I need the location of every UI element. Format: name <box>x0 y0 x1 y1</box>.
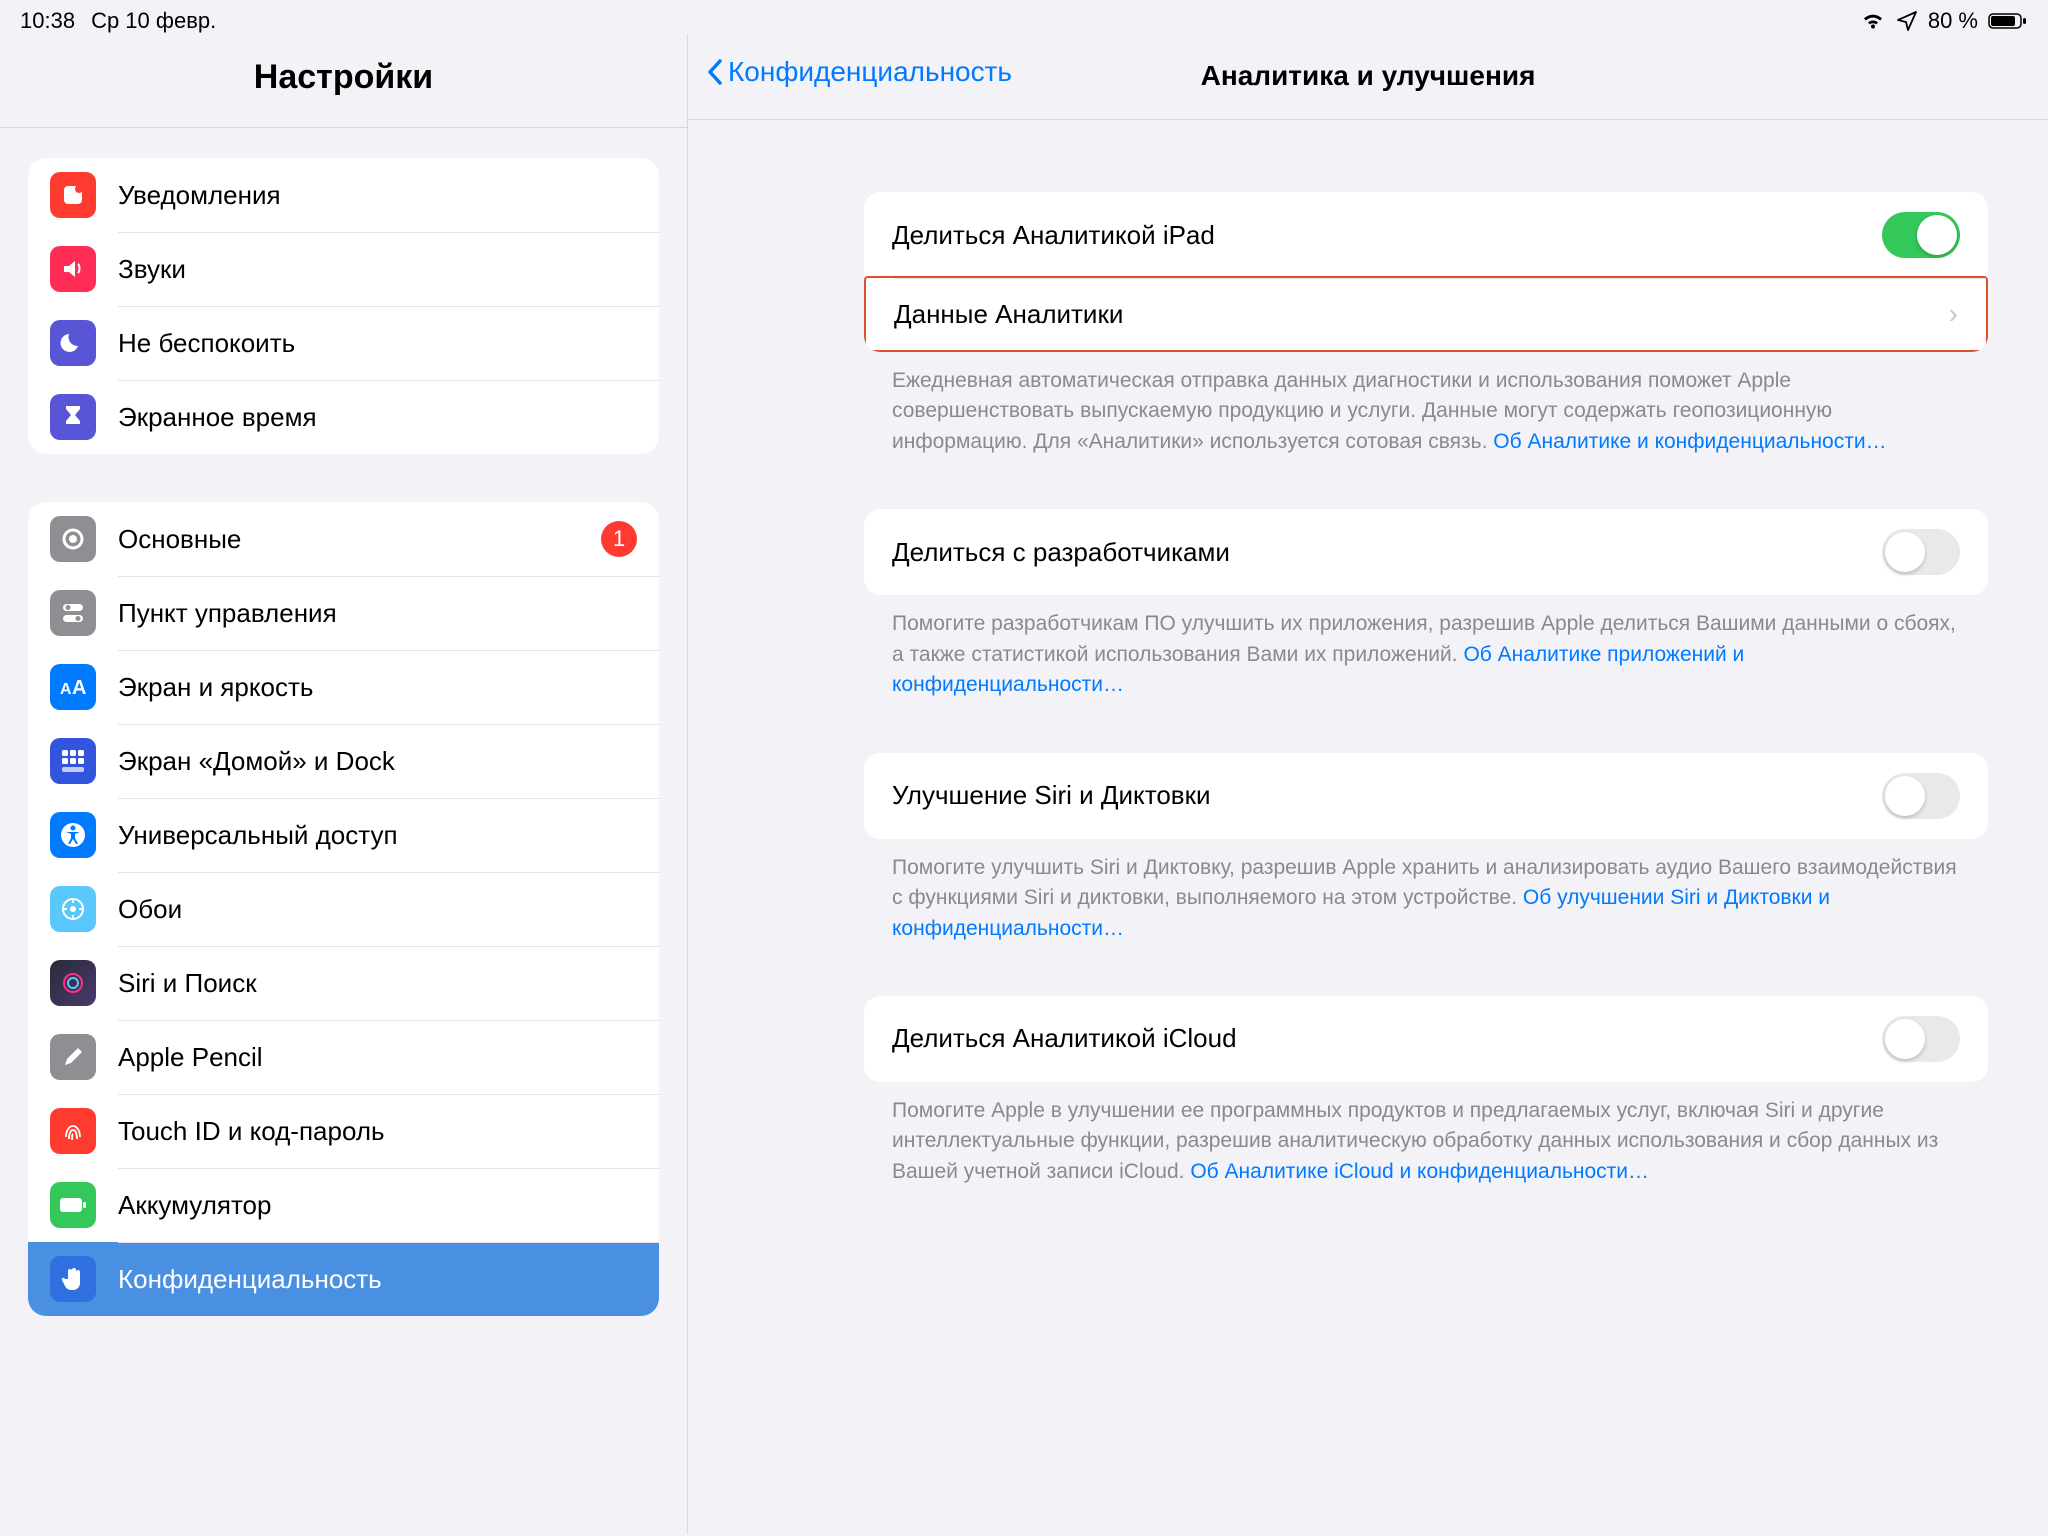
row-improve-siri[interactable]: Улучшение Siri и Диктовки <box>864 753 1988 839</box>
wifi-icon <box>1860 11 1886 31</box>
wallpaper-icon <box>50 886 96 932</box>
content-pane: Конфиденциальность Аналитика и улучшения… <box>688 34 2048 1534</box>
home-grid-icon <box>50 738 96 784</box>
battery-icon <box>1988 11 2028 31</box>
sidebar-item-label: Пункт управления <box>118 598 637 629</box>
sidebar-item-label: Экранное время <box>118 402 637 433</box>
hourglass-icon <box>50 394 96 440</box>
sidebar-item-label: Экран и яркость <box>118 672 637 703</box>
location-icon <box>1896 10 1918 32</box>
sidebar-item-accessibility[interactable]: Универсальный доступ <box>28 798 659 872</box>
moon-icon <box>50 320 96 366</box>
sidebar-item-label: Звуки <box>118 254 637 285</box>
sidebar-group-1: Уведомления Звуки Не беспокоить Экранное… <box>28 158 659 454</box>
sidebar-item-battery[interactable]: Аккумулятор <box>28 1168 659 1242</box>
sounds-icon <box>50 246 96 292</box>
toggle-improve-siri[interactable] <box>1882 773 1960 819</box>
sidebar-item-label: Не беспокоить <box>118 328 637 359</box>
sidebar-item-label: Основные <box>118 524 601 555</box>
back-button[interactable]: Конфиденциальность <box>706 56 1012 88</box>
sidebar: Настройки Уведомления Звуки Не беспокоит… <box>0 34 688 1534</box>
status-date: Ср 10 февр. <box>91 8 216 34</box>
section-footer: Ежедневная автоматическая отправка данны… <box>864 352 1988 457</box>
sidebar-item-display[interactable]: AA Экран и яркость <box>28 650 659 724</box>
sidebar-item-wallpaper[interactable]: Обои <box>28 872 659 946</box>
chevron-right-icon: › <box>1949 298 1958 330</box>
sidebar-item-siri[interactable]: Siri и Поиск <box>28 946 659 1020</box>
sidebar-item-privacy[interactable]: Конфиденциальность <box>28 1242 659 1316</box>
badge: 1 <box>601 521 637 557</box>
row-share-icloud-analytics[interactable]: Делиться Аналитикой iCloud <box>864 996 1988 1082</box>
back-label: Конфиденциальность <box>728 56 1012 88</box>
sidebar-item-label: Siri и Поиск <box>118 968 637 999</box>
sidebar-item-dnd[interactable]: Не беспокоить <box>28 306 659 380</box>
sidebar-item-label: Уведомления <box>118 180 637 211</box>
sidebar-item-control-center[interactable]: Пункт управления <box>28 576 659 650</box>
hand-icon <box>50 1256 96 1302</box>
analytics-group: Делиться Аналитикой iPad Данные Аналитик… <box>864 192 1988 352</box>
content-header: Конфиденциальность Аналитика и улучшения <box>688 34 2048 120</box>
battery-percent: 80 % <box>1928 8 1978 34</box>
sidebar-item-notifications[interactable]: Уведомления <box>28 158 659 232</box>
row-share-ipad-analytics[interactable]: Делиться Аналитикой iPad <box>864 192 1988 278</box>
sidebar-title: Настройки <box>0 34 687 128</box>
section-footer: Помогите разработчикам ПО улучшить их пр… <box>864 595 1988 700</box>
section-footer: Помогите улучшить Siri и Диктовку, разре… <box>864 839 1988 944</box>
row-label: Улучшение Siri и Диктовки <box>892 780 1211 811</box>
sidebar-item-pencil[interactable]: Apple Pencil <box>28 1020 659 1094</box>
status-time: 10:38 <box>20 8 75 34</box>
sidebar-item-label: Экран «Домой» и Dock <box>118 746 637 777</box>
svg-text:A: A <box>72 677 86 699</box>
text-size-icon: AA <box>50 664 96 710</box>
toggles-icon <box>50 590 96 636</box>
row-analytics-data[interactable]: Данные Аналитики › <box>864 276 1988 352</box>
gear-icon <box>50 516 96 562</box>
pencil-icon <box>50 1034 96 1080</box>
section-footer: Помогите Apple в улучшении ее программны… <box>864 1082 1988 1187</box>
notifications-icon <box>50 172 96 218</box>
sidebar-item-home-dock[interactable]: Экран «Домой» и Dock <box>28 724 659 798</box>
row-label: Делиться Аналитикой iPad <box>892 220 1215 251</box>
fingerprint-icon <box>50 1108 96 1154</box>
toggle-share-developers[interactable] <box>1882 529 1960 575</box>
row-label: Делиться Аналитикой iCloud <box>892 1023 1237 1054</box>
sidebar-item-screentime[interactable]: Экранное время <box>28 380 659 454</box>
row-share-developers[interactable]: Делиться с разработчиками <box>864 509 1988 595</box>
toggle-share-icloud-analytics[interactable] <box>1882 1016 1960 1062</box>
sidebar-item-label: Touch ID и код-пароль <box>118 1116 637 1147</box>
sidebar-group-2: Основные 1 Пункт управления AA Экран и я… <box>28 502 659 1316</box>
footer-text: Помогите разработчикам ПО улучшить их пр… <box>892 612 1956 665</box>
sidebar-item-label: Обои <box>118 894 637 925</box>
footer-link[interactable]: Об Аналитике iCloud и конфиденциальности… <box>1190 1160 1649 1183</box>
footer-link[interactable]: Об Аналитике и конфиденциальности… <box>1493 430 1886 453</box>
siri-icon <box>50 960 96 1006</box>
battery-icon <box>50 1182 96 1228</box>
chevron-left-icon <box>706 57 726 87</box>
status-bar: 10:38 Ср 10 февр. 80 % <box>0 0 2048 34</box>
sidebar-item-label: Apple Pencil <box>118 1042 637 1073</box>
sidebar-item-label: Аккумулятор <box>118 1190 637 1221</box>
toggle-share-ipad-analytics[interactable] <box>1882 212 1960 258</box>
accessibility-icon <box>50 812 96 858</box>
row-label: Делиться с разработчиками <box>892 537 1230 568</box>
svg-text:A: A <box>60 681 72 698</box>
sidebar-item-label: Конфиденциальность <box>118 1264 637 1295</box>
row-label: Данные Аналитики <box>894 299 1123 330</box>
sidebar-item-touchid[interactable]: Touch ID и код-пароль <box>28 1094 659 1168</box>
sidebar-item-general[interactable]: Основные 1 <box>28 502 659 576</box>
sidebar-item-label: Универсальный доступ <box>118 820 637 851</box>
sidebar-item-sounds[interactable]: Звуки <box>28 232 659 306</box>
